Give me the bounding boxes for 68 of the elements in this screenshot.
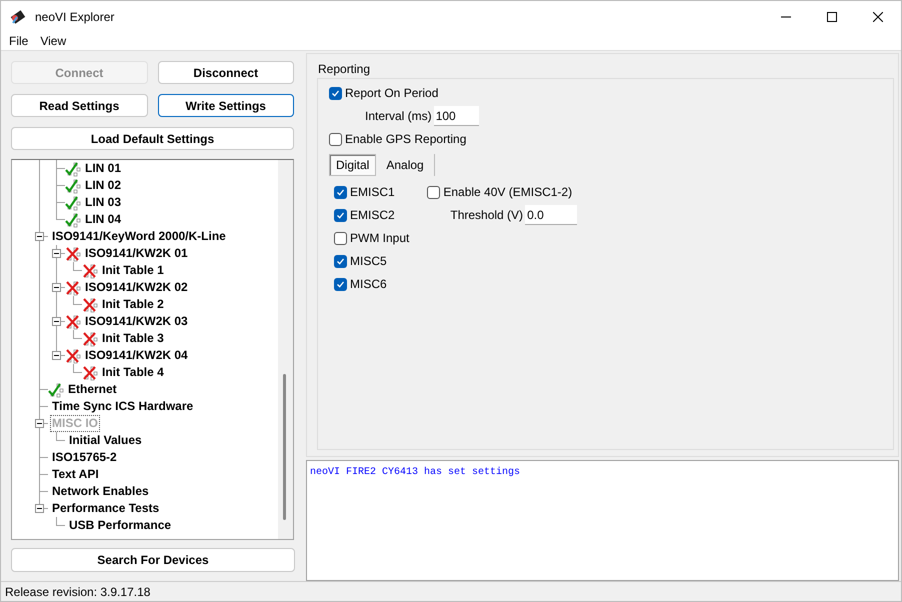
interval-label: Interval (ms) [365, 108, 432, 125]
action-button[interactable]: Load Default Settings [11, 127, 294, 150]
log-line: neoVI FIRE2 CY6413 has set settings [310, 466, 522, 480]
collapse-toggle[interactable] [52, 283, 61, 292]
checkbox-option[interactable]: Enable 40V (EMISC1-2) [427, 182, 578, 202]
tree-item[interactable]: Ethernet [67, 382, 118, 397]
threshold-label: Threshold (V) [450, 207, 524, 224]
collapse-toggle[interactable] [52, 351, 61, 360]
tree-item[interactable]: LIN 03 [84, 195, 122, 210]
checkmark-icon [336, 188, 345, 196]
tree-item[interactable]: Init Table 1 [101, 263, 165, 278]
tree-item[interactable]: Init Table 2 [101, 297, 165, 312]
search-devices-button[interactable]: Search For Devices [11, 548, 295, 572]
check-status-icon [65, 212, 81, 228]
tree-item[interactable]: LIN 04 [84, 212, 122, 227]
checkmark-icon [331, 88, 340, 98]
scrollbar-thumb[interactable] [283, 374, 286, 520]
threshold-field[interactable]: 0.0 [525, 205, 578, 225]
interval-field[interactable]: 100 [434, 106, 479, 126]
menu-item[interactable]: File [4, 32, 34, 50]
checkmark-icon [336, 210, 345, 220]
tree-item[interactable]: ISO9141/KW2K 04 [84, 348, 189, 363]
checkbox-option[interactable]: Enable GPS Reporting [329, 129, 893, 149]
tab[interactable]: Analog [376, 154, 435, 176]
menu-item[interactable]: View [35, 32, 72, 50]
checkbox-option[interactable]: EMISC2 [334, 205, 410, 225]
check-status-icon [48, 382, 64, 398]
check-status-icon [65, 194, 81, 210]
tree-item[interactable]: ISO9141/KeyWord 2000/K-Line [51, 229, 227, 244]
close-icon [873, 12, 883, 22]
tree-item[interactable]: ISO9141/KW2K 03 [84, 314, 189, 329]
tree-item[interactable]: Time Sync ICS Hardware [51, 399, 194, 414]
tree-item[interactable]: ISO15765-2 [51, 450, 118, 465]
error-status-icon [82, 296, 98, 312]
action-button[interactable]: Disconnect [158, 61, 294, 84]
tree-item[interactable]: Network Enables [51, 484, 150, 499]
check-status-icon [65, 178, 81, 194]
checkbox-option[interactable]: EMISC1 [334, 182, 410, 202]
checkmark-icon [336, 280, 345, 288]
error-status-icon [82, 364, 98, 380]
tree-item[interactable]: Init Table 4 [101, 365, 165, 380]
action-button[interactable]: Read Settings [11, 94, 148, 117]
tree-item[interactable]: ISO9141/KW2K 01 [84, 246, 189, 261]
collapse-toggle[interactable] [52, 249, 61, 258]
tree-item[interactable]: ISO9141/KW2K 02 [84, 280, 189, 295]
window-title: neoVI Explorer [35, 8, 114, 26]
group-title: Reporting [318, 61, 370, 78]
checkbox-option[interactable]: Report On Period [329, 83, 893, 103]
tree-item[interactable]: USB Performance [68, 518, 172, 533]
collapse-toggle[interactable] [35, 504, 44, 513]
tree-item[interactable]: Init Table 3 [101, 331, 165, 346]
tree-item[interactable]: Performance Tests [51, 501, 160, 516]
error-status-icon [82, 330, 98, 346]
error-status-icon [82, 262, 98, 278]
checkbox-option[interactable]: MISC6 [334, 274, 410, 294]
maximize-icon [827, 12, 837, 22]
check-status-icon [65, 160, 81, 176]
checkbox-option[interactable]: PWM Input [334, 228, 410, 248]
checkbox-option[interactable]: MISC5 [334, 251, 410, 271]
status-text: Release revision: 3.9.17.18 [5, 584, 150, 600]
tree-item[interactable]: LIN 02 [84, 178, 122, 193]
tree-item[interactable]: Text API [51, 467, 100, 482]
collapse-toggle[interactable] [52, 317, 61, 326]
tab[interactable]: Digital [329, 154, 376, 176]
tree-item[interactable]: LIN 01 [84, 161, 122, 176]
action-button[interactable]: Write Settings [158, 94, 294, 117]
collapse-toggle[interactable] [35, 232, 44, 241]
checkmark-icon [336, 256, 345, 266]
